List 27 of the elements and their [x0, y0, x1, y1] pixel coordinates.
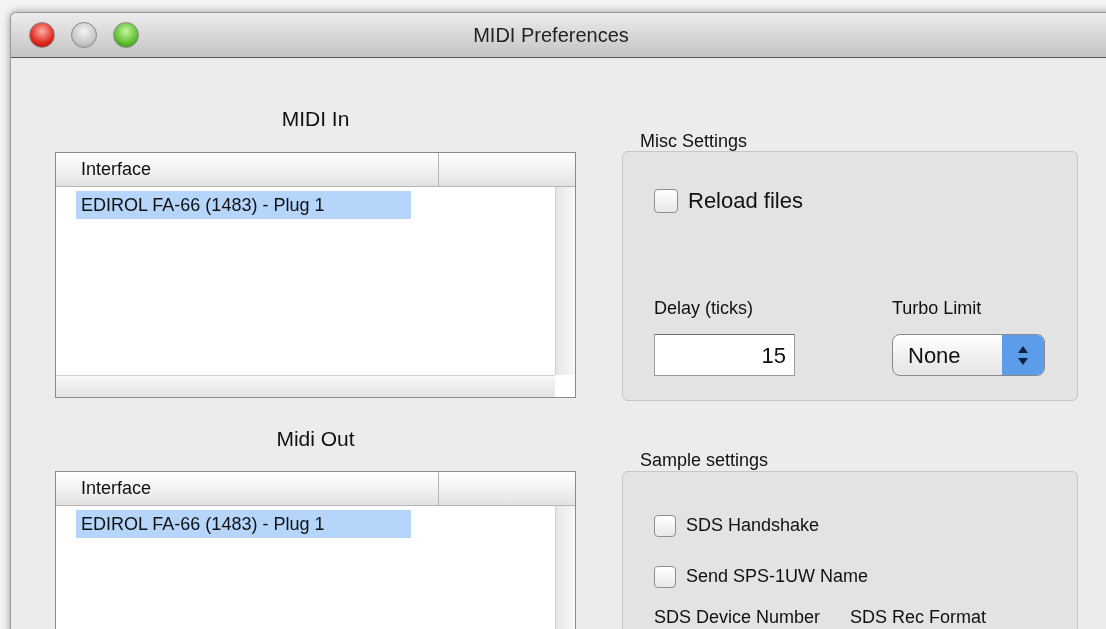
checkbox[interactable]	[654, 514, 676, 537]
field-label: Delay (ticks)	[654, 297, 754, 320]
group-title: Misc Settings	[639, 130, 749, 150]
close-button[interactable]	[29, 22, 55, 48]
list-row[interactable]: EDIROL FA-66 (1483) - Plug 1	[76, 510, 411, 538]
horizontal-scrollbar[interactable]	[56, 375, 555, 397]
section-title: MIDI In	[281, 106, 350, 129]
turbo-limit-dropdown[interactable]: None	[892, 334, 1045, 376]
column-header[interactable]: Interface	[56, 472, 439, 505]
delay-field[interactable]: 15	[654, 334, 795, 376]
field-label: Turbo Limit	[892, 297, 983, 320]
list-row[interactable]: EDIROL FA-66 (1483) - Plug 1	[76, 191, 411, 219]
window-title: MIDI Preferences	[473, 24, 629, 46]
checkbox-label: Reload files	[688, 187, 803, 215]
checkbox[interactable]	[654, 188, 678, 213]
stepper-arrows-icon	[1002, 335, 1044, 375]
checkbox[interactable]	[654, 565, 676, 588]
field-label: SDS Device Number	[654, 606, 822, 629]
field-label: SDS Rec Format	[850, 606, 988, 629]
section-title: Midi Out	[276, 426, 355, 449]
checkbox-label: Send SPS-1UW Name	[686, 565, 869, 588]
vertical-scrollbar[interactable]	[555, 506, 575, 629]
zoom-button[interactable]	[113, 22, 139, 48]
checkbox-label: SDS Handshake	[686, 514, 820, 537]
vertical-scrollbar[interactable]	[555, 187, 575, 375]
column-header[interactable]: Interface	[56, 153, 439, 186]
group-title: Sample settings	[639, 449, 770, 469]
